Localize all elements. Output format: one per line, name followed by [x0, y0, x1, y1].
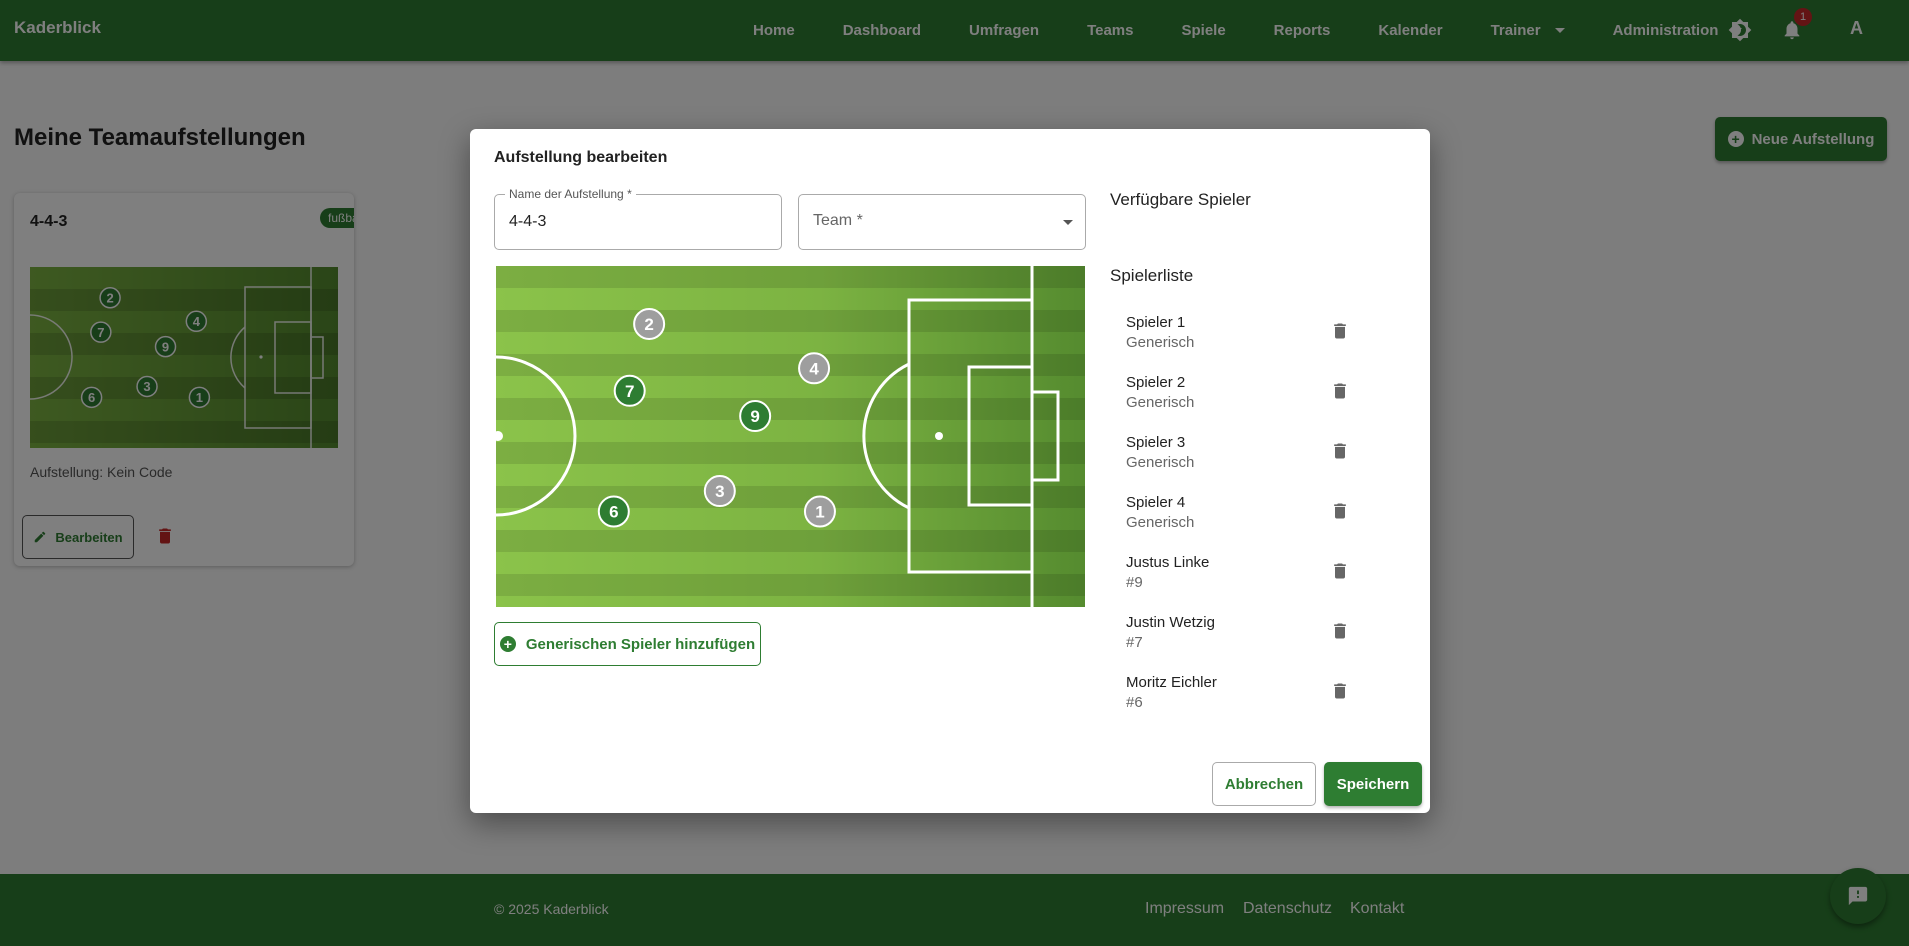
player-name: Justus Linke [1126, 554, 1210, 571]
available-players-heading: Verfügbare Spieler [1110, 190, 1251, 209]
player-number: 6 [609, 503, 618, 522]
player-name: Justin Wetzig [1126, 614, 1215, 631]
trash-icon[interactable] [1330, 681, 1350, 706]
player-name: Spieler 4 [1126, 494, 1186, 511]
player-name: Moritz Eichler [1126, 674, 1217, 691]
lineup-name-field[interactable]: Name der Aufstellung * 4-4-3 [494, 187, 782, 250]
dialog-title: Aufstellung bearbeiten [494, 149, 668, 166]
player-number: 7 [625, 382, 634, 401]
cancel-button[interactable]: Abbrechen [1212, 762, 1316, 806]
player-subtitle: #6 [1126, 694, 1143, 711]
edit-lineup-dialog: Aufstellung bearbeiten Name der Aufstell… [415, 129, 1430, 813]
player-subtitle: Generisch [1126, 454, 1195, 471]
team-select[interactable]: Team * [798, 194, 1086, 250]
formation-pitch[interactable]: 2 4 7 9 3 6 1 [415, 266, 1085, 607]
chevron-down-icon [1063, 220, 1073, 225]
player-list-heading: Spielerliste [1110, 266, 1194, 285]
add-circle-icon: + [499, 636, 516, 652]
player-item[interactable]: Spieler 2 Generisch [1120, 363, 1390, 423]
trash-icon[interactable] [1330, 441, 1350, 466]
button-label: Generischen Spieler hinzufügen [525, 635, 756, 653]
player-name: Spieler 1 [1126, 314, 1186, 331]
player-item[interactable]: Justin Wetzig #7 [1120, 603, 1390, 663]
trash-icon[interactable] [1330, 621, 1350, 646]
player-item[interactable]: Justus Linke #9 [1120, 543, 1390, 603]
player-number: 9 [750, 407, 759, 426]
player-number: 3 [715, 482, 724, 501]
player-item[interactable]: Spieler 1 Generisch [1120, 303, 1390, 363]
player-item[interactable]: Spieler 3 Generisch [1120, 423, 1390, 483]
trash-icon[interactable] [1330, 381, 1350, 406]
player-subtitle: Generisch [1126, 514, 1195, 531]
trash-icon[interactable] [1330, 321, 1350, 346]
trash-icon[interactable] [1330, 561, 1350, 586]
select-placeholder: Team * [813, 212, 863, 229]
player-item[interactable]: Moritz Eichler #6 [1120, 663, 1390, 723]
player-item[interactable]: Spieler 4 Generisch [1120, 483, 1390, 543]
pitch-svg: 2 4 7 9 3 6 1 [415, 266, 1085, 607]
player-number: 4 [809, 359, 819, 378]
add-generic-player-button[interactable]: + Generischen Spieler hinzufügen [494, 622, 761, 666]
player-subtitle: #7 [1126, 634, 1143, 651]
player-name: Spieler 2 [1126, 374, 1186, 391]
save-button[interactable]: Speichern [1324, 762, 1422, 806]
player-number: 1 [815, 503, 824, 522]
player-list: Spieler 1 Generisch Spieler 2 Generisch … [1120, 303, 1390, 723]
player-name: Spieler 3 [1126, 434, 1186, 451]
player-number: 2 [644, 315, 653, 334]
player-subtitle: #9 [1126, 574, 1143, 591]
field-label: Name der Aufstellung * [505, 187, 636, 201]
trash-icon[interactable] [1330, 501, 1350, 526]
player-subtitle: Generisch [1126, 334, 1195, 351]
field-value: 4-4-3 [509, 213, 547, 230]
player-subtitle: Generisch [1126, 394, 1195, 411]
